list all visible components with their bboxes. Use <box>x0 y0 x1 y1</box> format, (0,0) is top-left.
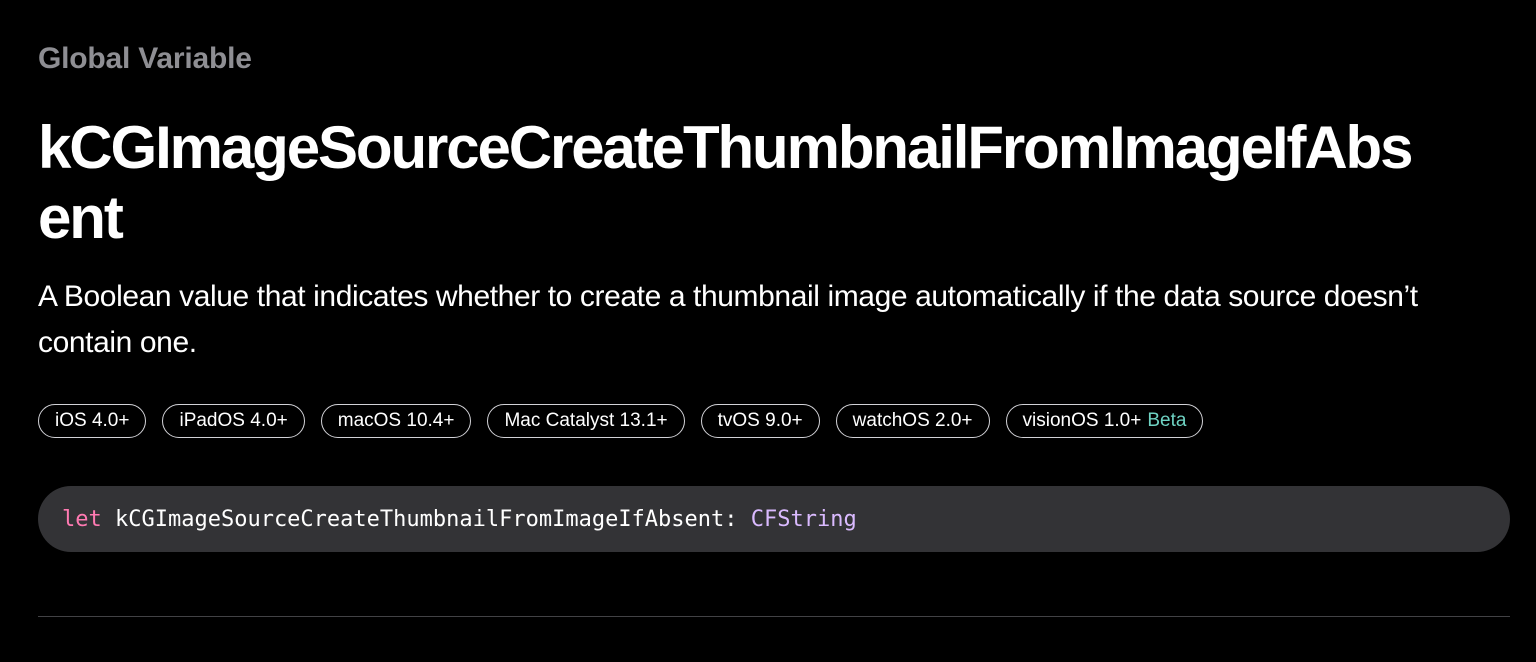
beta-badge: Beta <box>1147 410 1187 431</box>
section-divider <box>38 616 1510 617</box>
symbol-kind-label: Global Variable <box>38 42 252 75</box>
platform-label: Mac Catalyst 13.1+ <box>504 410 668 431</box>
platform-label: iPadOS 4.0+ <box>179 410 288 431</box>
page-title: kCGImageSourceCreateThumbnailFromImageIf… <box>38 114 1413 251</box>
platform-label: macOS 10.4+ <box>337 410 455 431</box>
platform-badge-ios: iOS 4.0+ <box>38 404 147 438</box>
platform-badge-tvos: tvOS 9.0+ <box>700 404 820 438</box>
declaration-code-block: let kCGImageSourceCreateThumbnailFromIma… <box>38 486 1510 552</box>
abstract-text: A Boolean value that indicates whether t… <box>38 280 1418 359</box>
platform-label: iOS 4.0+ <box>55 410 130 431</box>
platform-badge-mac-catalyst: Mac Catalyst 13.1+ <box>487 404 685 438</box>
platform-badge-ipados: iPadOS 4.0+ <box>162 404 305 438</box>
platform-availability-list: iOS 4.0+ iPadOS 4.0+ macOS 10.4+ Mac Cat… <box>38 404 1204 438</box>
platform-label: visionOS 1.0+ <box>1022 410 1142 431</box>
code-identifier: kCGImageSourceCreateThumbnailFromImageIf… <box>115 506 725 532</box>
platform-badge-watchos: watchOS 2.0+ <box>835 404 990 438</box>
code-type-link[interactable]: CFString <box>751 507 857 532</box>
platform-badge-macos: macOS 10.4+ <box>320 404 472 438</box>
code-keyword: let <box>62 506 102 532</box>
platform-badge-visionos: visionOS 1.0+ Beta <box>1005 404 1204 438</box>
code-colon: : <box>724 506 738 532</box>
platform-label: tvOS 9.0+ <box>717 410 803 431</box>
platform-label: watchOS 2.0+ <box>852 410 973 431</box>
